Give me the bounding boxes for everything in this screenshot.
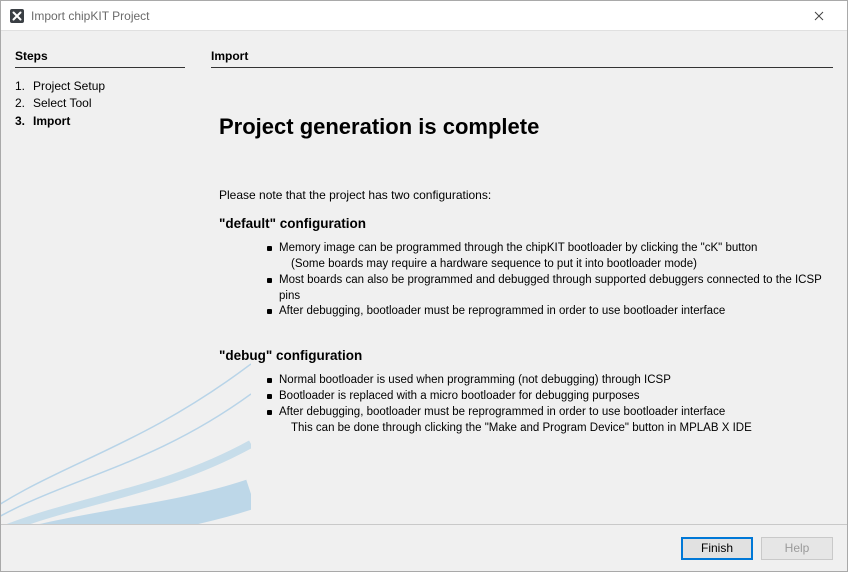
- dialog-body: Steps 1. Project Setup 2. Select Tool 3.…: [1, 31, 847, 524]
- app-icon: [9, 8, 25, 24]
- default-config-list: Memory image can be programmed through t…: [267, 241, 833, 320]
- step-number: 1.: [15, 78, 33, 95]
- close-button[interactable]: [797, 2, 841, 30]
- section-heading: Import: [211, 49, 833, 68]
- step-number: 3.: [15, 113, 33, 130]
- list-item: After debugging, bootloader must be repr…: [267, 304, 833, 320]
- finish-button[interactable]: Finish: [681, 537, 753, 560]
- list-item: Normal bootloader is used when programmi…: [267, 373, 833, 389]
- steps-pane: Steps 1. Project Setup 2. Select Tool 3.…: [1, 31, 199, 524]
- debug-config-list: Normal bootloader is used when programmi…: [267, 373, 833, 436]
- list-item-text: After debugging, bootloader must be repr…: [279, 305, 725, 317]
- list-item: Most boards can also be programmed and d…: [267, 273, 833, 305]
- page-title: Project generation is complete: [219, 114, 833, 140]
- list-item: After debugging, bootloader must be repr…: [267, 405, 833, 437]
- window-title: Import chipKIT Project: [31, 9, 797, 23]
- list-item-text: Most boards can also be programmed and d…: [279, 274, 822, 302]
- step-project-setup: 1. Project Setup: [15, 78, 185, 95]
- step-label: Import: [33, 113, 70, 130]
- default-config-heading: "default" configuration: [219, 216, 833, 231]
- step-label: Select Tool: [33, 95, 91, 112]
- list-item-sub: This can be done through clicking the "M…: [279, 421, 833, 437]
- list-item: Bootloader is replaced with a micro boot…: [267, 389, 833, 405]
- debug-config-heading: "debug" configuration: [219, 348, 833, 363]
- list-item-sub: (Some boards may require a hardware sequ…: [279, 257, 833, 273]
- help-button[interactable]: Help: [761, 537, 833, 560]
- list-item-text: Bootloader is replaced with a micro boot…: [279, 390, 640, 402]
- step-select-tool: 2. Select Tool: [15, 95, 185, 112]
- list-item-text: Normal bootloader is used when programmi…: [279, 374, 671, 386]
- close-icon: [814, 11, 824, 21]
- dialog-window: Import chipKIT Project Steps 1. Project …: [0, 0, 848, 572]
- titlebar: Import chipKIT Project: [1, 1, 847, 31]
- steps-heading: Steps: [15, 49, 185, 68]
- list-item-text: Memory image can be programmed through t…: [279, 242, 757, 254]
- content-pane: Import Project generation is complete Pl…: [199, 31, 847, 524]
- content: Project generation is complete Please no…: [211, 68, 833, 437]
- steps-list: 1. Project Setup 2. Select Tool 3. Impor…: [15, 78, 185, 130]
- step-import: 3. Import: [15, 113, 185, 130]
- config-note: Please note that the project has two con…: [219, 188, 833, 202]
- step-number: 2.: [15, 95, 33, 112]
- list-item-text: After debugging, bootloader must be repr…: [279, 406, 725, 418]
- step-label: Project Setup: [33, 78, 105, 95]
- dialog-footer: Finish Help: [1, 524, 847, 571]
- list-item: Memory image can be programmed through t…: [267, 241, 833, 273]
